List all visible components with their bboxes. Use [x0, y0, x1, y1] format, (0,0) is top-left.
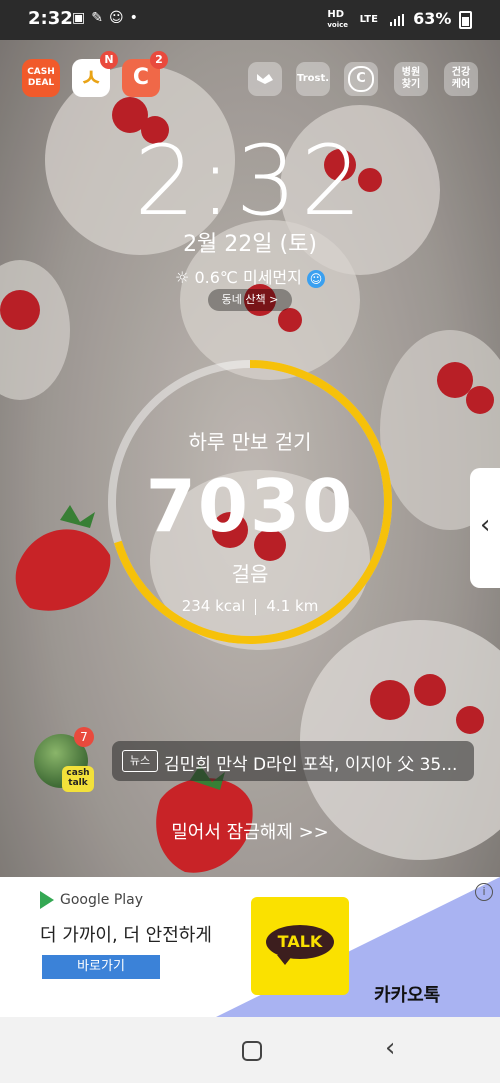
shoe-icon: [257, 74, 273, 84]
google-play-label: Google Play: [40, 891, 143, 909]
system-status: HD voice LTE 63%: [327, 9, 472, 30]
kcal-value: 234 kcal: [181, 597, 246, 615]
ad-info-icon[interactable]: i: [475, 883, 493, 901]
shortcut-icon-1[interactable]: [248, 62, 282, 96]
count-badge: 2: [150, 51, 168, 69]
status-time: 2:32: [28, 8, 73, 29]
news-headline: 김민희 만삭 D라인 포착, 이지아 父 35...: [164, 755, 458, 775]
notification-icons: ▣✎☺•: [72, 10, 144, 26]
lockscreen-clock: 2:32: [134, 125, 366, 237]
news-banner[interactable]: 뉴스 김민희 만삭 D라인 포착, 이지아 父 35...: [112, 741, 474, 781]
lockscreen-date: 2월 22일 (토): [183, 232, 317, 257]
hospital-search-icon[interactable]: 병원찾기: [394, 62, 428, 96]
lte-icon: LTE: [359, 13, 378, 25]
navigation-bar: ‹: [0, 1017, 500, 1083]
swipe-unlock-hint[interactable]: 밀어서 잠금해제 >>: [0, 818, 500, 844]
status-bar: 2:32 ▣✎☺• HD voice LTE 63%: [0, 0, 500, 40]
back-button[interactable]: ‹: [385, 1033, 395, 1063]
talk-bubble: TALK: [266, 925, 334, 959]
weather-text: 0.6℃ 미세먼지: [194, 268, 302, 287]
ad-cta-button[interactable]: 바로가기: [42, 955, 160, 979]
app-notification-icon: ✎: [91, 10, 109, 26]
weather-row: ☼ 0.6℃ 미세먼지 ☺: [0, 264, 500, 288]
new-badge: N: [100, 51, 118, 69]
chevron-left-icon: ‹: [480, 510, 491, 540]
google-play-icon: [40, 891, 54, 909]
signal-icon: [389, 13, 404, 26]
step-count: 7030: [145, 464, 355, 548]
home-button[interactable]: [242, 1041, 262, 1061]
character-icon: ☺: [108, 10, 130, 26]
news-count-badge: 7: [74, 727, 94, 747]
ad-headline: 더 가까이, 더 안전하게: [40, 925, 212, 946]
distance-value: 4.1 km: [266, 597, 319, 615]
cashwalk-app-icon[interactable]: C 2: [122, 51, 168, 97]
neighborhood-walk-button[interactable]: 동네 산책 >: [208, 289, 292, 311]
gallery-icon: ▣: [72, 10, 92, 26]
news-tag: 뉴스: [122, 750, 158, 772]
step-metrics: 234 kcal 4.1 km: [0, 597, 500, 615]
battery-icon: [459, 10, 472, 29]
kakaotalk-logo: TALK: [251, 897, 349, 995]
battery-percent: 63%: [413, 9, 452, 28]
more-dot-icon: •: [129, 10, 144, 26]
health-care-icon[interactable]: 건강케어: [444, 62, 478, 96]
ad-banner[interactable]: Google Play 더 가까이, 더 안전하게 바로가기 TALK 카카오톡…: [0, 877, 500, 1017]
step-unit: 걸음: [231, 562, 269, 586]
ad-brand-name: 카카오톡: [374, 985, 441, 1006]
smile-icon: ☺: [306, 269, 325, 288]
hd-voice-icon: HD voice: [327, 8, 349, 29]
edge-panel-handle[interactable]: ‹: [470, 468, 500, 588]
app-icon-s[interactable]: ㅅ N: [72, 51, 118, 97]
cash-deal-app-icon[interactable]: CASH DEAL: [22, 59, 60, 97]
c-coin-icon[interactable]: C: [344, 62, 378, 96]
talk-bubble-tail: [277, 955, 293, 965]
cashtalk-logo: cash talk: [62, 766, 94, 792]
metrics-divider: [255, 598, 257, 615]
sun-icon: ☼: [175, 268, 190, 287]
steps-widget-title: 하루 만보 걷기: [188, 430, 312, 454]
trost-app-icon[interactable]: Trost.: [296, 62, 330, 96]
